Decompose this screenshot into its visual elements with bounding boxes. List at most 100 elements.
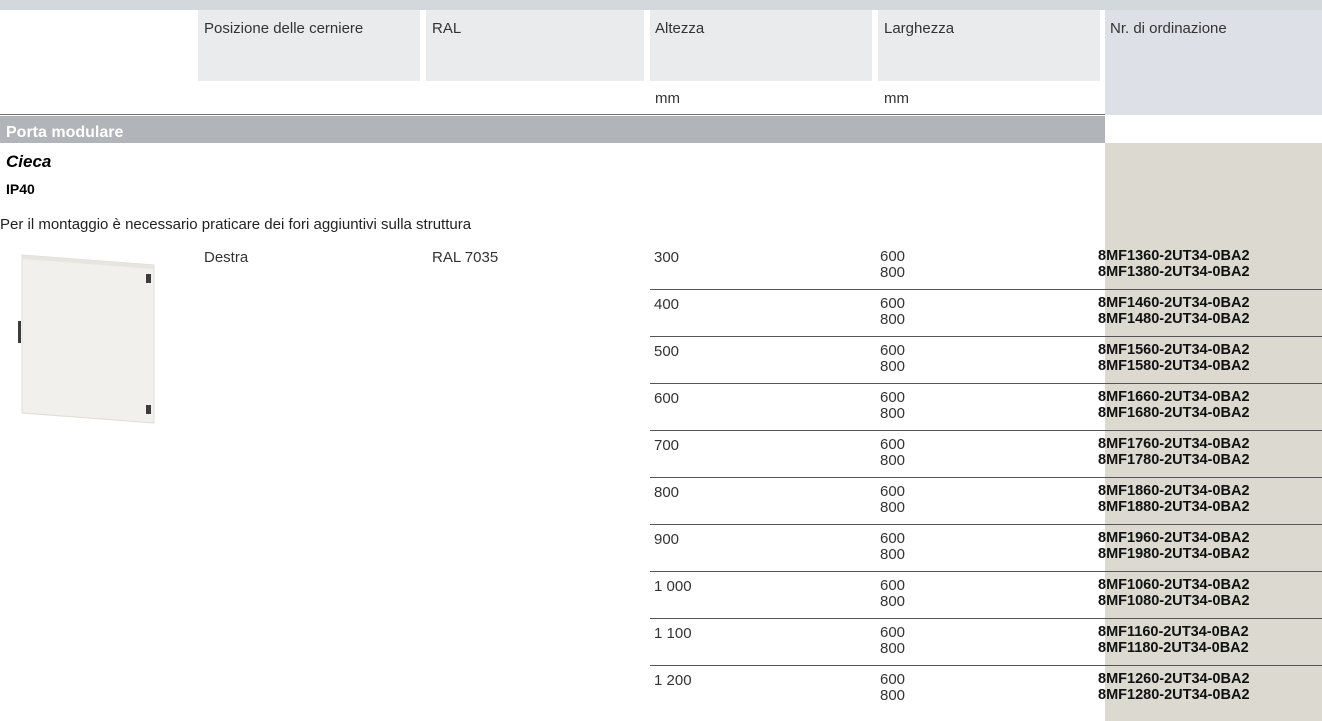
order-numbers: 8MF1360-2UT34-0BA2 8MF1380-2UT34-0BA2 [1098,248,1250,280]
table-row: 1 000 600 800 8MF1060-2UT34-0BA2 8MF1080-2… [650,571,1322,617]
order-numbers: 8MF1460-2UT34-0BA2 8MF1480-2UT34-0BA2 [1098,295,1250,327]
order-number: 8MF1980-2UT34-0BA2 [1098,546,1250,562]
height-unit: mm [655,90,680,107]
width-value: 800 [880,593,906,610]
order-number: 8MF1080-2UT34-0BA2 [1098,593,1250,609]
top-rule [0,0,1322,10]
height-value: 500 [654,343,680,360]
mounting-note: Per il montaggio è necessario praticare … [0,216,472,233]
column-header-hinge: Posizione delle cerniere [204,20,364,37]
row-divider [650,430,1322,431]
order-number: 8MF1280-2UT34-0BA2 [1098,687,1250,703]
order-number: 8MF1660-2UT34-0BA2 [1098,389,1250,405]
width-value: 800 [880,640,906,657]
width-value: 800 [880,546,906,563]
width-value: 800 [880,264,906,281]
order-numbers: 8MF1260-2UT34-0BA2 8MF1280-2UT34-0BA2 [1098,671,1250,703]
order-number: 8MF1060-2UT34-0BA2 [1098,577,1250,593]
table-row: 700 600 800 8MF1760-2UT34-0BA2 8MF1780-2UT… [650,430,1322,476]
table-row: 1 200 600 800 8MF1260-2UT34-0BA2 8MF1280-2… [650,665,1322,711]
column-header-height: Altezza [655,20,705,37]
height-value: 900 [654,531,680,548]
height-value: 1 000 [654,578,692,595]
table-row: 500 600 800 8MF1560-2UT34-0BA2 8MF1580-2UT… [650,336,1322,382]
row-divider [650,665,1322,666]
width-values: 600 800 [880,437,905,469]
width-values: 600 800 [880,343,905,375]
width-value: 600 [880,624,906,641]
order-number: 8MF1780-2UT34-0BA2 [1098,452,1250,468]
height-value: 1 200 [654,672,692,689]
header-divider [0,114,1105,115]
column-header-ral: RAL [432,20,462,37]
width-values: 600 800 [880,249,905,281]
order-number: 8MF1880-2UT34-0BA2 [1098,499,1250,515]
height-value: 700 [654,437,680,454]
table-row: 800 600 800 8MF1860-2UT34-0BA2 8MF1880-2UT… [650,477,1322,523]
order-number: 8MF1160-2UT34-0BA2 [1098,624,1249,640]
height-value: 400 [654,296,680,313]
row-divider [650,571,1322,572]
table-row: 300 600 800 8MF1360-2UT34-0BA2 8MF1380-2UT… [650,242,1322,288]
row-divider [650,618,1322,619]
order-number: 8MF1460-2UT34-0BA2 [1098,295,1250,311]
ral-color: RAL 7035 [432,249,499,266]
order-number: 8MF1960-2UT34-0BA2 [1098,530,1250,546]
width-values: 600 800 [880,390,905,422]
order-number: 8MF1760-2UT34-0BA2 [1098,436,1250,452]
order-number: 8MF1380-2UT34-0BA2 [1098,264,1250,280]
section-title: Porta modulare [6,124,124,141]
width-values: 600 800 [880,578,905,610]
order-numbers: 8MF1060-2UT34-0BA2 8MF1080-2UT34-0BA2 [1098,577,1250,609]
row-divider [650,383,1322,384]
height-value: 600 [654,390,680,407]
width-value: 800 [880,687,906,704]
height-value: 800 [654,484,680,501]
width-value: 600 [880,671,906,688]
order-number: 8MF1260-2UT34-0BA2 [1098,671,1250,687]
width-value: 600 [880,342,906,359]
width-value: 600 [880,389,906,406]
width-value: 800 [880,405,906,422]
width-values: 600 800 [880,484,905,516]
width-value: 800 [880,452,906,469]
height-value: 1 100 [654,625,692,642]
table-row: 400 600 800 8MF1460-2UT34-0BA2 8MF1480-2UT… [650,289,1322,335]
hinge-position: Destra [204,249,249,266]
width-value: 800 [880,358,906,375]
variant-title: Cieca [6,152,52,171]
width-value: 800 [880,499,906,516]
column-header-order: Nr. di ordinazione [1110,20,1227,37]
width-value: 600 [880,248,906,265]
width-values: 600 800 [880,296,905,328]
table-row: 900 600 800 8MF1960-2UT34-0BA2 8MF1980-2UT… [650,524,1322,570]
width-unit: mm [884,90,909,107]
width-value: 600 [880,530,906,547]
row-divider [650,336,1322,337]
order-numbers: 8MF1760-2UT34-0BA2 8MF1780-2UT34-0BA2 [1098,436,1250,468]
order-numbers: 8MF1560-2UT34-0BA2 8MF1580-2UT34-0BA2 [1098,342,1250,374]
order-numbers: 8MF1960-2UT34-0BA2 8MF1980-2UT34-0BA2 [1098,530,1250,562]
width-value: 600 [880,577,906,594]
order-numbers: 8MF1160-2UT34-0BA2 8MF1180-2UT34-0BA2 [1098,624,1249,656]
order-number: 8MF1180-2UT34-0BA2 [1098,640,1249,656]
order-numbers: 8MF1860-2UT34-0BA2 8MF1880-2UT34-0BA2 [1098,483,1250,515]
row-divider [650,289,1322,290]
order-number: 8MF1580-2UT34-0BA2 [1098,358,1250,374]
width-values: 600 800 [880,672,905,704]
table-row: 600 600 800 8MF1660-2UT34-0BA2 8MF1680-2UT… [650,383,1322,429]
width-value: 600 [880,436,906,453]
width-value: 800 [880,311,906,328]
column-header-width: Larghezza [884,20,955,37]
width-value: 600 [880,483,906,500]
order-number: 8MF1860-2UT34-0BA2 [1098,483,1250,499]
row-divider [650,477,1322,478]
order-numbers: 8MF1660-2UT34-0BA2 8MF1680-2UT34-0BA2 [1098,389,1250,421]
width-value: 600 [880,295,906,312]
order-number: 8MF1360-2UT34-0BA2 [1098,248,1250,264]
table-row: 1 100 600 800 8MF1160-2UT34-0BA2 8MF1180-2… [650,618,1322,664]
modular-door-image [18,254,155,424]
order-number: 8MF1560-2UT34-0BA2 [1098,342,1250,358]
width-values: 600 800 [880,625,905,657]
width-values: 600 800 [880,531,905,563]
